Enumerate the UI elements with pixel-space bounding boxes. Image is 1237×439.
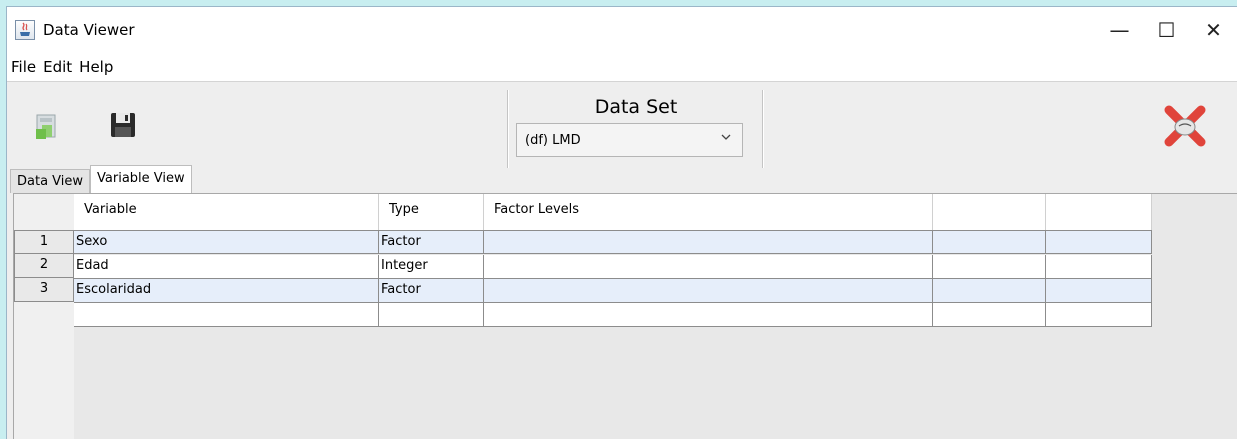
- load-data-button[interactable]: [29, 107, 65, 143]
- save-icon: [111, 113, 135, 137]
- table-row: Sexo Factor: [74, 230, 1152, 254]
- cell-factor-levels[interactable]: [484, 230, 933, 254]
- close-button[interactable]: ✕: [1190, 7, 1237, 53]
- data-viewer-window: Data Viewer — ☐ ✕ File Edit Help Data Se…: [6, 6, 1237, 439]
- column-header-empty[interactable]: [933, 194, 1046, 230]
- menu-file[interactable]: File: [7, 58, 39, 76]
- table-row: Escolaridad Factor: [74, 279, 1152, 303]
- cell-empty[interactable]: [933, 303, 1046, 327]
- close-data-icon: [1164, 105, 1206, 147]
- java-icon: [15, 20, 35, 40]
- tab-variable-view[interactable]: Variable View: [90, 165, 192, 193]
- variable-table: 1 2 3 Variable Type Factor Levels Sexo F…: [13, 193, 1237, 439]
- table-grid: Variable Type Factor Levels Sexo Factor …: [74, 194, 1237, 439]
- row-number[interactable]: 3: [14, 278, 74, 302]
- cell-variable[interactable]: Sexo: [74, 230, 379, 254]
- save-button[interactable]: [105, 107, 141, 143]
- column-header-variable[interactable]: Variable: [74, 194, 379, 230]
- window-title: Data Viewer: [43, 21, 135, 39]
- cell-empty[interactable]: [933, 230, 1046, 254]
- title-bar: Data Viewer — ☐ ✕: [7, 7, 1237, 53]
- cell-variable[interactable]: Escolaridad: [74, 279, 379, 303]
- menu-help[interactable]: Help: [75, 58, 116, 76]
- toolbar: Data Set (df) LMD: [7, 81, 1237, 173]
- cell-type[interactable]: Integer: [379, 255, 484, 279]
- menu-edit[interactable]: Edit: [39, 58, 75, 76]
- cell-type[interactable]: Factor: [379, 279, 484, 303]
- close-dataset-button[interactable]: [1161, 104, 1207, 150]
- tab-data-view[interactable]: Data View: [10, 169, 91, 193]
- table-row: Edad Integer: [74, 255, 1152, 279]
- menu-bar: File Edit Help: [7, 53, 1237, 81]
- cell-empty[interactable]: [1046, 255, 1152, 279]
- cell-empty[interactable]: [1046, 230, 1152, 254]
- cell-empty[interactable]: [933, 279, 1046, 303]
- cell-type[interactable]: Factor: [379, 230, 484, 254]
- cell-empty[interactable]: [933, 255, 1046, 279]
- cell-factor-levels[interactable]: [484, 279, 933, 303]
- cell-factor-levels[interactable]: [484, 255, 933, 279]
- chevron-down-icon: [720, 131, 732, 147]
- dataset-label: Data Set: [594, 96, 678, 118]
- cell-empty[interactable]: [1046, 279, 1152, 303]
- cell-variable[interactable]: Edad: [74, 255, 379, 279]
- load-data-icon: [36, 114, 56, 139]
- cell-empty[interactable]: [1046, 303, 1152, 327]
- table-row-empty: [74, 303, 1152, 327]
- minimize-button[interactable]: —: [1096, 7, 1143, 53]
- row-header-column: 1 2 3: [14, 194, 74, 439]
- column-header-factor-levels[interactable]: Factor Levels: [484, 194, 933, 230]
- cell-type[interactable]: [379, 303, 484, 327]
- toolbar-separator: [762, 90, 763, 168]
- dataset-selected-value: (df) LMD: [525, 132, 581, 148]
- row-number[interactable]: 2: [14, 254, 74, 278]
- view-tabs: Data View Variable View: [7, 165, 192, 193]
- cell-variable[interactable]: [74, 303, 379, 327]
- column-header-type[interactable]: Type: [379, 194, 484, 230]
- column-header-empty[interactable]: [1046, 194, 1152, 230]
- table-header: Variable Type Factor Levels: [74, 194, 1152, 230]
- row-number[interactable]: 1: [14, 230, 74, 254]
- cell-factor-levels[interactable]: [484, 303, 933, 327]
- maximize-button[interactable]: ☐: [1143, 7, 1190, 53]
- dataset-select[interactable]: (df) LMD: [516, 123, 743, 157]
